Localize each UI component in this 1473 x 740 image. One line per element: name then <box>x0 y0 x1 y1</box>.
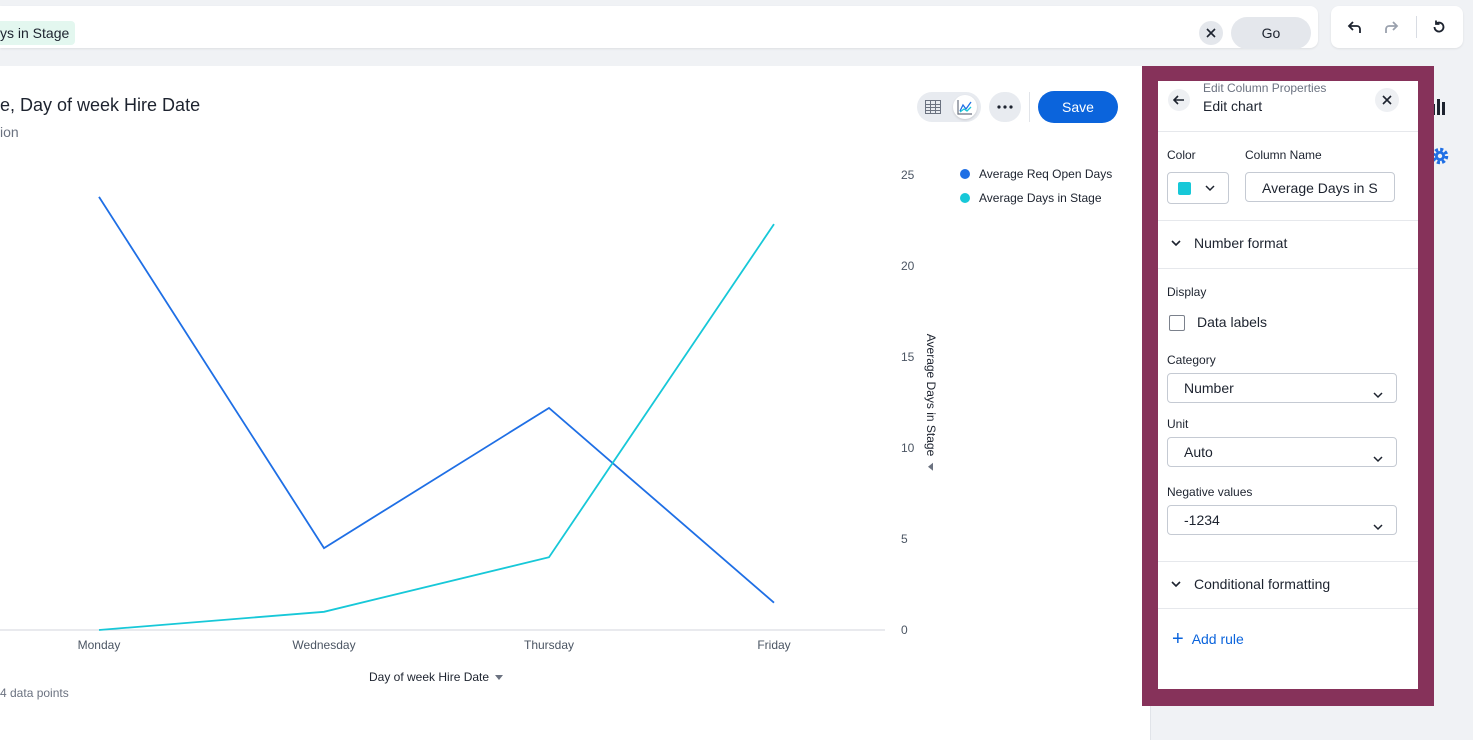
x-tick-label: Monday <box>78 638 121 652</box>
chart-title: e, Day of week Hire Date <box>0 95 201 115</box>
chart-legend: Average Req Open Days Average Days in Sta… <box>960 162 1112 210</box>
x-tick-label: Friday <box>757 638 790 652</box>
search-bar[interactable]: ys in Stage Go <box>0 6 1318 49</box>
series-line-1 <box>98 196 775 604</box>
column-name-input[interactable]: Average Days in S <box>1245 172 1395 202</box>
category-select[interactable]: Number <box>1167 373 1397 403</box>
chevron-down-icon <box>1372 446 1384 474</box>
number-format-label: Number format <box>1194 235 1288 251</box>
search-token[interactable]: ys in Stage <box>0 21 76 45</box>
save-button[interactable]: Save <box>1038 91 1118 123</box>
caret-down-icon <box>928 462 934 471</box>
add-rule-button[interactable]: + Add rule <box>1172 628 1244 650</box>
arrow-left-icon <box>1173 95 1184 105</box>
display-label: Display <box>1167 285 1207 299</box>
table-view-button[interactable] <box>921 95 945 119</box>
chart-view-button[interactable] <box>953 95 977 119</box>
chart-subtitle: ion <box>0 124 19 140</box>
y-tick-label: 0 <box>901 623 908 637</box>
negative-values-label: Negative values <box>1167 485 1253 499</box>
chevron-down-icon <box>1170 237 1182 249</box>
x-tick-label: Wednesday <box>292 638 355 652</box>
header-divider <box>1029 92 1030 122</box>
more-options-button[interactable] <box>989 92 1021 122</box>
y-tick-label: 20 <box>901 259 915 273</box>
chevron-down-icon <box>1372 382 1384 410</box>
color-swatch <box>1178 182 1191 195</box>
close-icon <box>1382 95 1392 105</box>
divider <box>1158 268 1418 269</box>
y-axis-title[interactable]: Average Days in Stage <box>924 334 938 471</box>
table-icon <box>925 100 941 114</box>
negative-values-value: -1234 <box>1184 512 1220 528</box>
reset-icon <box>1433 20 1445 33</box>
column-name-label: Column Name <box>1245 148 1322 162</box>
toolbar-divider <box>1416 16 1417 38</box>
legend-item[interactable]: Average Req Open Days <box>960 162 1112 186</box>
y-tick-label: 25 <box>901 168 915 182</box>
redo-button[interactable] <box>1381 17 1401 37</box>
history-toolbar <box>1331 6 1463 48</box>
legend-dot <box>960 193 970 203</box>
chevron-down-icon <box>1372 514 1384 542</box>
undo-button[interactable] <box>1345 17 1365 37</box>
color-label: Color <box>1167 148 1196 162</box>
unit-label: Unit <box>1167 417 1189 431</box>
chart-settings-rail-button[interactable] <box>1431 96 1451 121</box>
line-chart: 0 5 10 15 20 25 Monday Wednesday Thursday Friday <box>0 168 915 652</box>
data-labels-checkbox[interactable] <box>1169 315 1185 331</box>
series-line-2 <box>98 223 775 631</box>
unit-value: Auto <box>1184 444 1213 460</box>
divider <box>1158 131 1418 132</box>
conditional-formatting-section-toggle[interactable]: Conditional formatting <box>1158 561 1418 607</box>
undo-icon <box>1347 21 1361 33</box>
legend-label: Average Days in Stage <box>979 191 1102 205</box>
bar-chart-icon <box>1432 99 1445 115</box>
data-labels-label[interactable]: Data labels <box>1197 314 1267 330</box>
chevron-down-icon <box>1170 578 1182 590</box>
clear-search-button[interactable] <box>1199 21 1223 45</box>
caret-down-icon <box>495 674 504 680</box>
add-rule-label: Add rule <box>1191 631 1244 647</box>
close-icon <box>1206 28 1216 38</box>
viz-toggle <box>917 92 981 122</box>
panel-title: Edit chart <box>1203 98 1263 114</box>
category-value: Number <box>1184 380 1234 396</box>
y-tick-label: 15 <box>901 350 915 364</box>
divider <box>1158 608 1418 609</box>
x-axis-label: Day of week Hire Date <box>369 670 490 684</box>
legend-label: Average Req Open Days <box>979 167 1113 181</box>
y-tick-label: 5 <box>901 532 908 546</box>
y-axis-label: Average Days in Stage <box>924 333 938 457</box>
panel-breadcrumb[interactable]: Edit Column Properties <box>1203 81 1326 95</box>
x-axis-title[interactable]: Day of week Hire Date <box>369 670 504 684</box>
y-tick-label: 10 <box>901 441 915 455</box>
go-button[interactable]: Go <box>1231 17 1311 49</box>
data-points-count: 4 data points <box>0 686 69 700</box>
unit-select[interactable]: Auto <box>1167 437 1397 467</box>
back-button[interactable] <box>1168 89 1190 111</box>
category-label: Category <box>1167 353 1216 367</box>
conditional-formatting-label: Conditional formatting <box>1194 576 1331 592</box>
chevron-down-icon <box>1204 181 1216 199</box>
redo-icon <box>1385 21 1399 33</box>
edit-chart-panel: Edit Column Properties Edit chart Color … <box>1158 81 1418 689</box>
color-picker[interactable] <box>1167 172 1229 204</box>
number-format-section-toggle[interactable]: Number format <box>1158 220 1418 266</box>
close-panel-button[interactable] <box>1375 88 1399 112</box>
x-tick-label: Thursday <box>524 638 574 652</box>
reset-button[interactable] <box>1429 17 1449 37</box>
legend-item[interactable]: Average Days in Stage <box>960 186 1112 210</box>
negative-values-select[interactable]: -1234 <box>1167 505 1397 535</box>
more-icon <box>997 105 1013 109</box>
line-chart-icon <box>957 100 972 115</box>
plus-icon: + <box>1172 628 1184 650</box>
legend-dot <box>960 169 970 179</box>
